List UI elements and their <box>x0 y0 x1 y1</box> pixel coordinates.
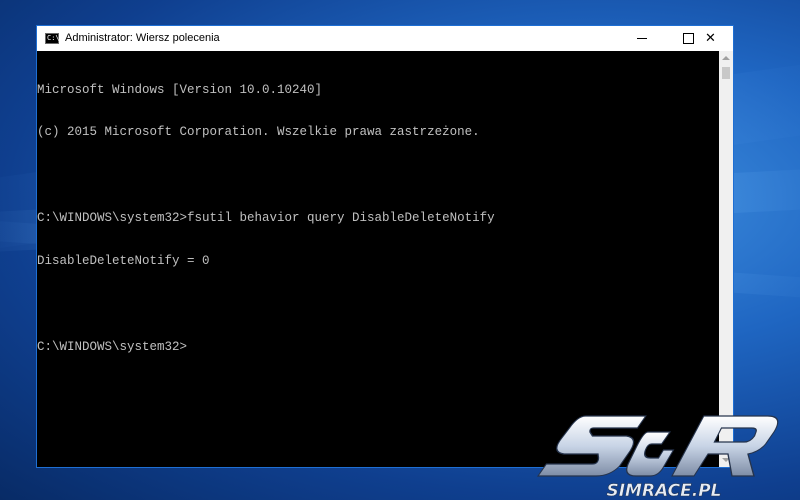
console-line: Microsoft Windows [Version 10.0.10240] <box>37 82 323 97</box>
vertical-scrollbar[interactable] <box>719 51 733 467</box>
simrace-watermark-logo: SIMRACE.PL <box>536 415 779 500</box>
console-line: (c) 2015 Microsoft Corporation. Wszelkie… <box>37 125 480 140</box>
close-button[interactable]: ✕ <box>688 26 733 51</box>
scrollbar-thumb[interactable] <box>722 67 730 79</box>
scroll-up-button[interactable] <box>719 51 733 65</box>
console-prompt-line[interactable]: C:\WINDOWS\system32> <box>37 340 719 354</box>
cmd-app-icon[interactable]: C:\ <box>45 33 60 44</box>
console-line: C:\WINDOWS\system32>fsutil behavior quer… <box>37 211 495 226</box>
minimize-icon <box>637 38 647 39</box>
cmd-window[interactable]: C:\ Administrator: Wiersz polecenia ✕ Mi… <box>36 25 734 468</box>
minimize-button[interactable] <box>619 26 665 51</box>
title-bar[interactable]: C:\ Administrator: Wiersz polecenia ✕ <box>37 26 733 51</box>
close-icon: ✕ <box>705 31 716 46</box>
logo-site-text: SIMRACE.PL <box>606 481 721 500</box>
logo-mark <box>536 415 779 477</box>
window-title: Administrator: Wiersz polecenia <box>65 32 220 44</box>
console-line: DisableDeleteNotify = 0 <box>37 254 210 269</box>
console-output[interactable]: Microsoft Windows [Version 10.0.10240] (… <box>37 51 719 467</box>
chevron-up-icon <box>722 56 730 60</box>
